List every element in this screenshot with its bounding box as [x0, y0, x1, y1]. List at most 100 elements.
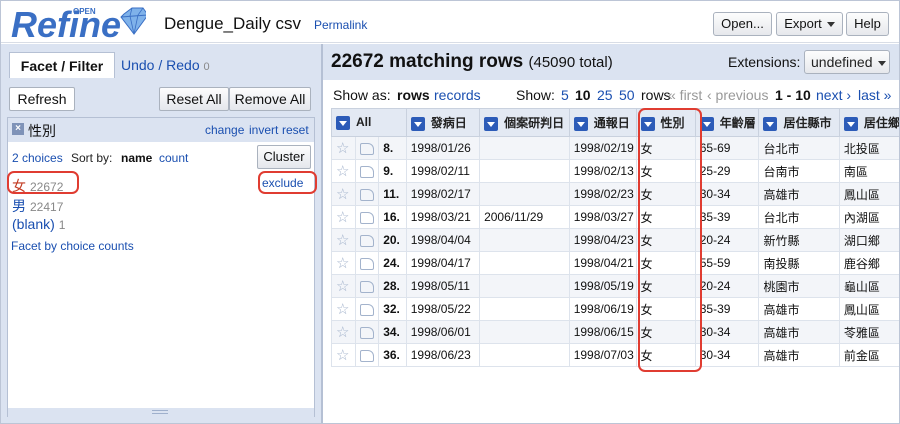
star-cell[interactable]: ☆ [331, 159, 356, 183]
table-cell[interactable] [479, 274, 570, 298]
flag-icon[interactable] [359, 349, 374, 362]
sort-by-count[interactable]: count [159, 151, 188, 165]
star-cell[interactable]: ☆ [331, 136, 356, 160]
flag-cell[interactable] [354, 297, 380, 321]
page-size-10[interactable]: 10 [575, 87, 591, 103]
table-cell[interactable]: 鳳山區 [838, 297, 899, 321]
table-cell[interactable]: 桃園市 [758, 274, 840, 298]
star-icon[interactable]: ☆ [336, 232, 349, 249]
table-cell[interactable]: 1998/04/17 [405, 251, 481, 275]
star-cell[interactable]: ☆ [331, 228, 356, 252]
table-cell[interactable]: 1998/07/03 [568, 343, 637, 367]
column-menu-icon[interactable] [573, 116, 588, 131]
table-cell[interactable] [479, 343, 570, 367]
table-cell[interactable]: 55-59 [694, 251, 760, 275]
star-cell[interactable]: ☆ [331, 182, 356, 206]
column-menu-icon[interactable] [843, 116, 858, 131]
flag-icon[interactable] [359, 280, 374, 293]
flag-icon[interactable] [359, 326, 374, 339]
last-page-link[interactable]: last » [858, 87, 891, 103]
flag-icon[interactable] [359, 188, 374, 201]
extensions-dropdown[interactable]: undefined [804, 50, 890, 74]
table-cell[interactable]: 1998/06/01 [405, 320, 481, 344]
table-cell[interactable]: 1998/06/19 [568, 297, 637, 321]
table-cell[interactable]: 1998/05/19 [568, 274, 637, 298]
flag-cell[interactable] [354, 274, 380, 298]
table-cell[interactable]: 1998/04/23 [568, 228, 637, 252]
flag-cell[interactable] [354, 343, 380, 367]
tab-undo-redo[interactable]: Undo / Redo 0 [121, 52, 210, 78]
column-header[interactable]: 性別 [635, 108, 696, 137]
star-cell[interactable]: ☆ [331, 251, 356, 275]
project-name[interactable]: Dengue_Daily csv [164, 14, 301, 34]
facet-change-link[interactable]: change [205, 123, 244, 137]
star-icon[interactable]: ☆ [336, 255, 349, 272]
column-menu-icon[interactable] [336, 115, 350, 130]
resize-grip-icon[interactable] [152, 410, 168, 414]
table-cell[interactable]: 30-34 [694, 343, 760, 367]
column-menu-icon[interactable] [640, 116, 655, 131]
table-cell[interactable]: 1998/04/04 [405, 228, 481, 252]
column-header[interactable]: 發病日 [405, 108, 481, 137]
table-cell[interactable]: 2006/11/29 [479, 205, 570, 229]
cluster-button[interactable]: Cluster [257, 145, 311, 169]
flag-icon[interactable] [359, 234, 374, 247]
table-cell[interactable]: 南投縣 [758, 251, 840, 275]
table-cell[interactable]: 台北市 [758, 205, 840, 229]
table-cell[interactable]: 1998/02/19 [568, 136, 637, 160]
exclude-link[interactable]: exclude [262, 176, 303, 190]
permalink-link[interactable]: Permalink [314, 18, 367, 32]
table-cell[interactable]: 高雄市 [758, 297, 840, 321]
star-icon[interactable]: ☆ [336, 186, 349, 203]
table-cell[interactable]: 女 [635, 343, 696, 367]
flag-cell[interactable] [354, 182, 380, 206]
table-cell[interactable]: 高雄市 [758, 182, 840, 206]
column-header-all[interactable]: All [331, 108, 407, 137]
table-cell[interactable]: 1998/02/11 [405, 159, 481, 183]
table-cell[interactable] [479, 297, 570, 321]
table-cell[interactable] [479, 251, 570, 275]
table-cell[interactable]: 35-39 [694, 297, 760, 321]
table-cell[interactable]: 女 [635, 205, 696, 229]
facet-reset-link[interactable]: reset [282, 123, 309, 137]
star-icon[interactable]: ☆ [336, 278, 349, 295]
sort-by-name[interactable]: name [121, 151, 152, 165]
star-cell[interactable]: ☆ [331, 274, 356, 298]
table-cell[interactable]: 1998/06/23 [405, 343, 481, 367]
table-cell[interactable]: 台北市 [758, 136, 840, 160]
table-cell[interactable] [479, 182, 570, 206]
table-cell[interactable]: 1998/02/23 [568, 182, 637, 206]
star-cell[interactable]: ☆ [331, 297, 356, 321]
table-cell[interactable]: 65-69 [694, 136, 760, 160]
column-header[interactable]: 個案研判日 [479, 108, 570, 137]
flag-icon[interactable] [359, 211, 374, 224]
show-as-records[interactable]: records [434, 87, 481, 103]
star-cell[interactable]: ☆ [331, 343, 356, 367]
table-cell[interactable]: 1998/05/11 [405, 274, 481, 298]
table-cell[interactable]: 女 [635, 182, 696, 206]
table-cell[interactable]: 女 [635, 228, 696, 252]
column-menu-icon[interactable] [410, 116, 425, 131]
open-button[interactable]: Open... [713, 12, 772, 36]
flag-cell[interactable] [354, 159, 380, 183]
star-icon[interactable]: ☆ [336, 209, 349, 226]
table-cell[interactable] [479, 320, 570, 344]
star-cell[interactable]: ☆ [331, 205, 356, 229]
table-cell[interactable]: 1998/02/17 [405, 182, 481, 206]
table-cell[interactable]: 1998/03/21 [405, 205, 481, 229]
flag-icon[interactable] [359, 257, 374, 270]
export-button[interactable]: Export [776, 12, 843, 36]
next-page-link[interactable]: next › [816, 87, 851, 103]
table-cell[interactable]: 鳳山區 [838, 182, 899, 206]
column-header[interactable]: 年齡層 [694, 108, 760, 137]
show-as-rows[interactable]: rows [397, 87, 430, 103]
reset-all-button[interactable]: Reset All [159, 87, 229, 111]
column-header[interactable]: 通報日 [568, 108, 637, 137]
page-size-25[interactable]: 25 [597, 87, 613, 103]
star-icon[interactable]: ☆ [336, 163, 349, 180]
table-cell[interactable]: 女 [635, 159, 696, 183]
table-cell[interactable]: 1998/03/27 [568, 205, 637, 229]
table-cell[interactable] [479, 159, 570, 183]
close-icon[interactable]: × [12, 123, 24, 135]
table-cell[interactable]: 1998/04/21 [568, 251, 637, 275]
